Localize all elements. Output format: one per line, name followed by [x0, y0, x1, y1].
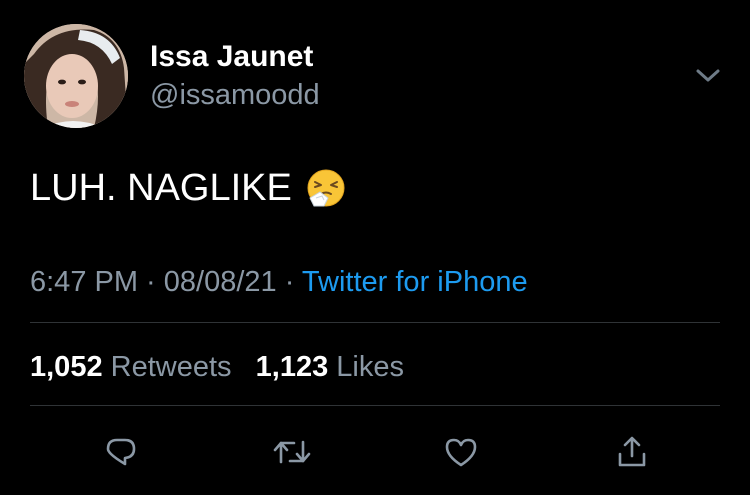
more-options-button[interactable] [690, 62, 726, 90]
reply-button[interactable] [97, 428, 145, 476]
tweet-metadata: 6:47 PM · 08/08/21 · Twitter for iPhone [30, 265, 528, 299]
tweet-time: 6:47 PM [30, 266, 138, 298]
chevron-down-icon [696, 69, 720, 82]
like-icon [445, 438, 477, 467]
share-button[interactable] [608, 428, 656, 476]
retweets-label: Retweets [110, 351, 232, 383]
tweet-stats: 1,052 Retweets 1,123 Likes [30, 350, 404, 384]
tweet-body: LUH. NAGLIKE [30, 166, 346, 210]
avatar[interactable] [24, 24, 128, 128]
likes-stat[interactable]: 1,123 Likes [256, 351, 404, 383]
retweets-count: 1,052 [30, 351, 103, 383]
tweet-text: LUH. NAGLIKE [30, 167, 292, 209]
like-button[interactable] [437, 428, 485, 476]
action-bar [0, 428, 750, 476]
tweet-detail: Issa Jaunet @issamoodd LUH. NAGLIKE 6:47… [0, 0, 750, 495]
divider [30, 405, 720, 406]
tweet-date: 08/08/21 [163, 266, 277, 298]
retweets-stat[interactable]: 1,052 Retweets [30, 351, 232, 383]
likes-label: Likes [336, 351, 404, 383]
meta-separator: · [276, 266, 302, 298]
retweet-icon [273, 440, 311, 464]
profile-photo-icon [24, 24, 128, 128]
retweet-button[interactable] [268, 428, 316, 476]
share-icon [618, 436, 646, 467]
meta-separator: · [138, 266, 164, 298]
reply-icon [106, 438, 136, 466]
likes-count: 1,123 [255, 351, 329, 383]
tweet-source-link[interactable]: Twitter for iPhone [302, 266, 528, 298]
sneezing-face-emoji-icon [306, 168, 346, 208]
display-name[interactable]: Issa Jaunet [150, 40, 313, 74]
divider [30, 322, 720, 323]
user-handle[interactable]: @issamoodd [150, 78, 320, 112]
